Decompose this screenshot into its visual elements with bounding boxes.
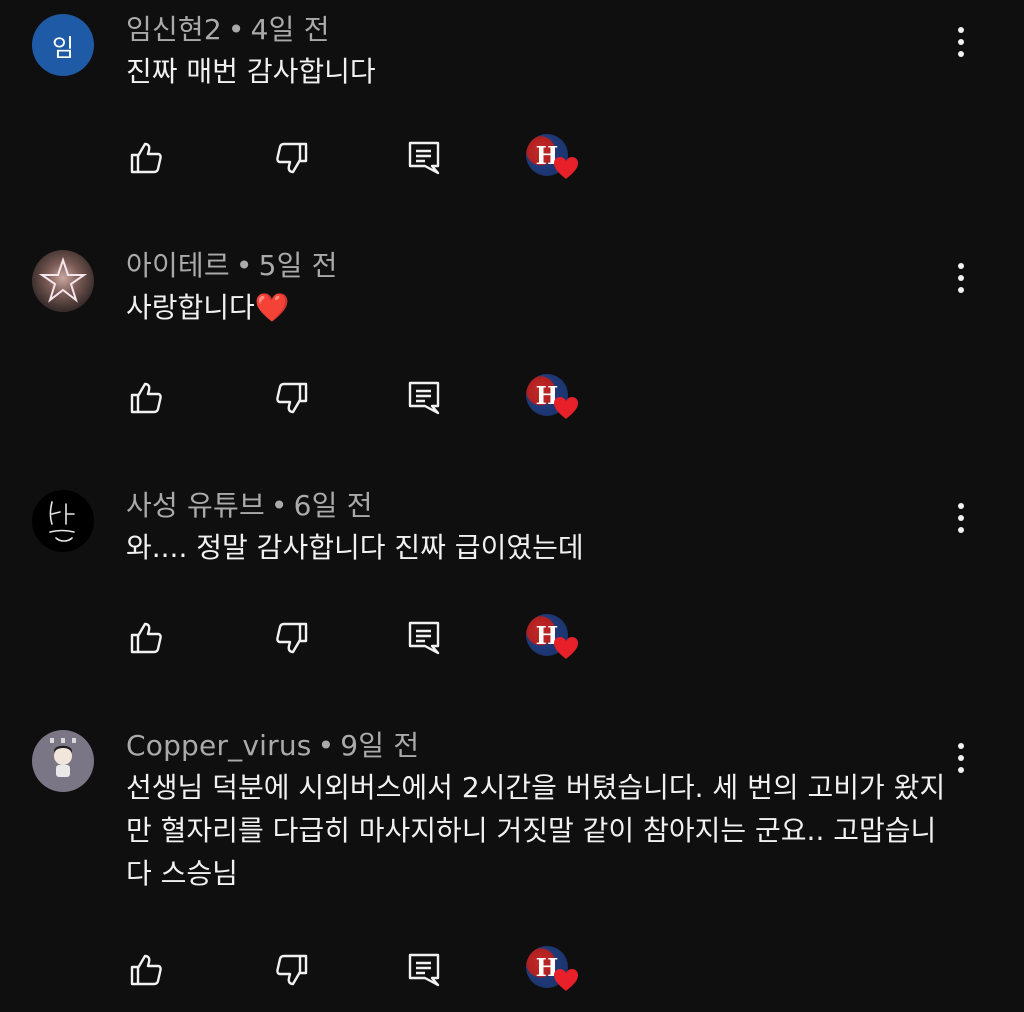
dislike-button[interactable] (272, 138, 312, 178)
dislike-button[interactable] (272, 378, 312, 418)
separator-dot: • (227, 13, 245, 46)
thumbs-down-icon (276, 622, 308, 654)
comment-header: 아이테르 • 5일 전 (126, 244, 338, 284)
like-button[interactable] (126, 378, 166, 418)
comment-actions: H (0, 134, 1024, 198)
comment-icon (408, 381, 440, 415)
creator-heart-icon (554, 157, 578, 179)
comment-text: 사랑합니다❤️ (126, 291, 290, 324)
more-vert-icon[interactable] (946, 736, 976, 780)
thumbs-up-icon (130, 142, 162, 174)
comment-time[interactable]: 9일 전 (340, 729, 419, 762)
thumbs-down-icon (276, 954, 308, 986)
creator-heart-badge: H (526, 946, 584, 998)
comment-icon (408, 621, 440, 655)
avatar[interactable] (32, 730, 94, 792)
avatar[interactable] (32, 250, 94, 312)
more-vert-icon[interactable] (946, 20, 976, 64)
comment-time[interactable]: 5일 전 (259, 249, 338, 282)
comment-text: 진짜 매번 감사합니다 (126, 55, 376, 88)
comment-icon (408, 953, 440, 987)
creator-heart-badge: H (526, 134, 584, 186)
avatar[interactable]: 임 (32, 14, 94, 76)
comment-icon (408, 141, 440, 175)
comment-header: 임신현2 • 4일 전 (126, 8, 330, 48)
creator-heart-badge: H (526, 614, 584, 666)
like-button[interactable] (126, 950, 166, 990)
more-vert-icon[interactable] (946, 496, 976, 540)
creator-heart-icon (554, 637, 578, 659)
separator-dot: • (317, 729, 335, 762)
creator-heart-badge: H (526, 374, 584, 426)
creator-heart-icon (554, 397, 578, 419)
author-name[interactable]: 아이테르 (126, 249, 230, 282)
reply-button[interactable] (404, 950, 444, 990)
author-name[interactable]: 사성 유튜브 (126, 489, 265, 522)
comment-actions: H (0, 946, 1024, 1010)
comment-time[interactable]: 4일 전 (251, 13, 330, 46)
character-icon (50, 738, 76, 777)
like-button[interactable] (126, 618, 166, 658)
like-button[interactable] (126, 138, 166, 178)
handwriting-icon (49, 501, 75, 542)
comment-header: Copper_virus • 9일 전 (126, 724, 419, 764)
comment-time[interactable]: 6일 전 (294, 489, 373, 522)
thumbs-up-icon (130, 954, 162, 986)
star-icon (38, 256, 88, 303)
author-name[interactable]: 임신현2 (126, 13, 222, 46)
comment-actions: H (0, 374, 1024, 438)
more-vert-icon[interactable] (946, 256, 976, 300)
creator-heart-icon (554, 969, 578, 991)
thumbs-down-icon (276, 142, 308, 174)
thumbs-up-icon (130, 622, 162, 654)
dislike-button[interactable] (272, 950, 312, 990)
reply-button[interactable] (404, 138, 444, 178)
thumbs-up-icon (130, 382, 162, 414)
separator-dot: • (270, 489, 288, 522)
avatar[interactable] (32, 490, 94, 552)
reply-button[interactable] (404, 378, 444, 418)
reply-button[interactable] (404, 618, 444, 658)
separator-dot: • (235, 249, 253, 282)
comment-actions: H (0, 614, 1024, 678)
author-name[interactable]: Copper_virus (126, 729, 312, 762)
comment-text: 와.... 정말 감사합니다 진짜 급이였는데 (126, 531, 584, 564)
comment-text: 선생님 덕분에 시외버스에서 2시간을 버텼습니다. 세 번의 고비가 왔지만 … (126, 771, 946, 890)
comment-header: 사성 유튜브 • 6일 전 (126, 484, 373, 524)
dislike-button[interactable] (272, 618, 312, 658)
thumbs-down-icon (276, 382, 308, 414)
